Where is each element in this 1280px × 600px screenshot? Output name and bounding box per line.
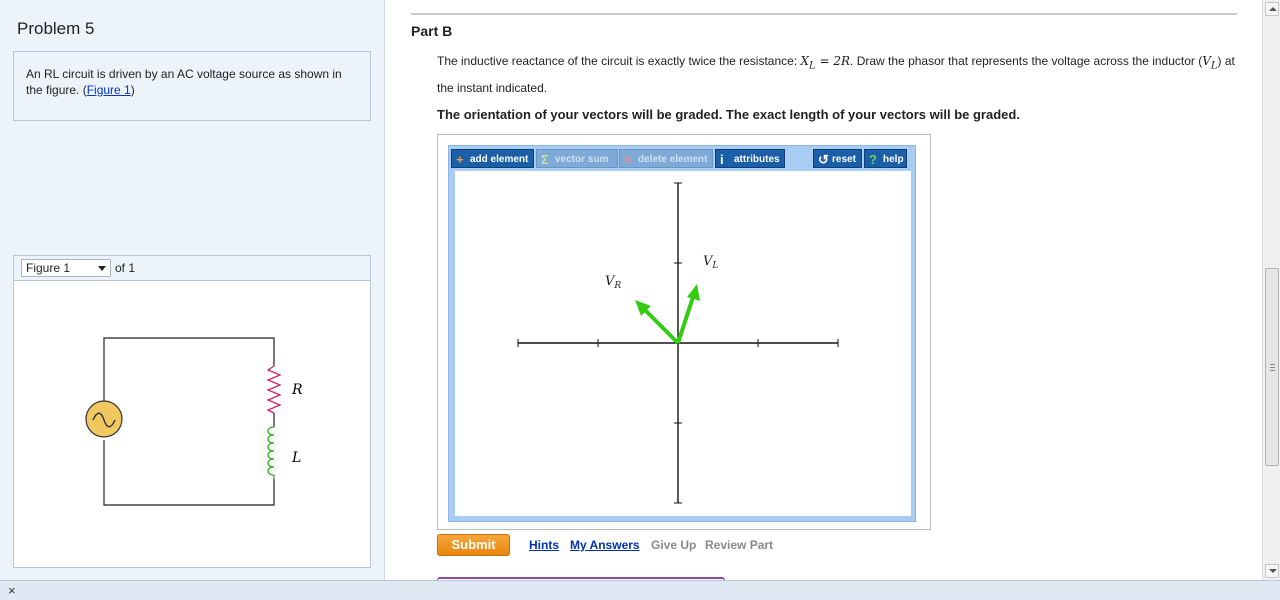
figure-toolbar: Figure 1 of 1 xyxy=(13,255,371,281)
phasor-plot: VR VL xyxy=(517,182,839,504)
chevron-down-icon xyxy=(98,266,106,271)
vertical-scrollbar[interactable] xyxy=(1262,0,1280,580)
drawing-canvas[interactable]: VR VL xyxy=(455,171,911,516)
review-part-link: Review Part xyxy=(705,538,774,552)
circuit-diagram: R L xyxy=(85,337,303,506)
help-button[interactable]: ? help xyxy=(864,149,907,168)
figure-count: of 1 xyxy=(115,261,136,275)
scroll-up-icon[interactable] xyxy=(1265,2,1279,16)
problem-panel: Problem 5 An RL circuit is driven by an … xyxy=(0,0,385,580)
help-icon: ? xyxy=(869,152,877,167)
divider xyxy=(411,13,1237,15)
circuit-wire-bottom xyxy=(103,440,275,506)
question-part-1: The inductive reactance of the circuit i… xyxy=(437,54,801,68)
vl-label: VL xyxy=(703,254,718,271)
scroll-down-icon[interactable] xyxy=(1265,564,1279,578)
my-answers-link[interactable]: My Answers xyxy=(570,538,640,552)
bottom-bar: × xyxy=(0,580,1280,600)
vr-label: VR xyxy=(605,274,621,291)
close-icon[interactable]: × xyxy=(8,583,16,598)
add-element-button[interactable]: + add element xyxy=(451,149,534,168)
give-up-link: Give Up xyxy=(651,538,697,552)
figure-area: R L xyxy=(13,281,371,568)
figure-select-value: Figure 1 xyxy=(26,261,71,275)
problem-description: An RL circuit is driven by an AC voltage… xyxy=(13,51,371,121)
question-text: The inductive reactance of the circuit i… xyxy=(437,50,1237,100)
delete-element-button[interactable]: × delete element xyxy=(619,149,713,168)
reset-button[interactable]: ↺ reset xyxy=(813,149,862,168)
figure-link[interactable]: Figure 1 xyxy=(87,83,131,97)
attributes-button[interactable]: i attributes xyxy=(715,149,785,168)
submit-button[interactable]: Submit xyxy=(437,534,510,556)
tool-container: + add element Σvector sum × delete element… xyxy=(448,145,916,522)
part-title: Part B xyxy=(411,23,453,39)
question-math: XL = 2R xyxy=(800,54,851,72)
reset-icon: ↺ xyxy=(818,152,829,167)
resistor-label: R xyxy=(291,382,303,398)
part-panel: Part B The inductive reactance of the ci… xyxy=(386,0,1262,580)
vector-drawing-tool: + add element Σvector sum × delete element… xyxy=(437,134,931,530)
plus-icon: + xyxy=(456,152,464,167)
grip-icon xyxy=(1270,364,1275,371)
figure-select[interactable]: Figure 1 xyxy=(21,259,111,277)
sigma-icon: Σ xyxy=(541,152,549,167)
info-icon: i xyxy=(720,152,724,167)
description-end: ) xyxy=(130,83,135,97)
problem-title: Problem 5 xyxy=(17,19,95,38)
vector-vr[interactable] xyxy=(641,306,680,345)
circuit-wire-top xyxy=(103,337,275,418)
description-text: An RL circuit is driven by an AC voltage… xyxy=(26,67,342,97)
vector-vl[interactable] xyxy=(676,296,695,344)
inductor-icon xyxy=(267,426,275,479)
grading-note: The orientation of your vectors will be … xyxy=(437,107,1020,122)
inductor-label: L xyxy=(291,450,301,466)
vector-sum-button[interactable]: Σvector sum xyxy=(536,149,618,168)
question-part-2: . Draw the phasor that represents the vo… xyxy=(850,54,1203,68)
hints-link[interactable]: Hints xyxy=(529,538,559,552)
delete-x-icon: × xyxy=(624,152,632,167)
resistor-icon xyxy=(266,365,282,414)
scrollbar-thumb[interactable] xyxy=(1265,268,1279,466)
question-math-2: VL xyxy=(1202,54,1218,72)
vector-vl-arrowhead xyxy=(687,284,700,301)
